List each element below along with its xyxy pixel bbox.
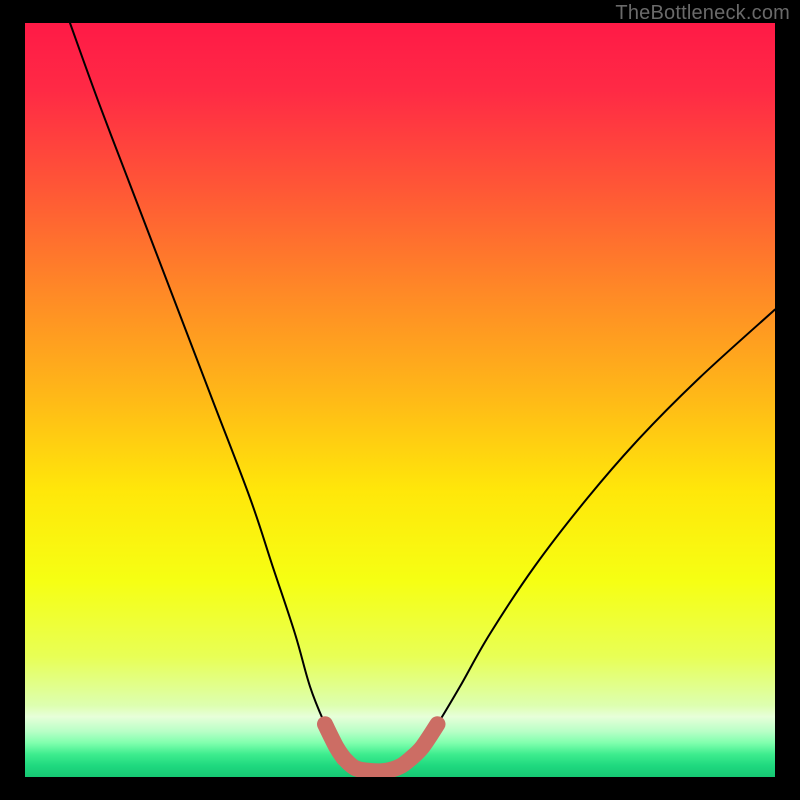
chart-frame: TheBottleneck.com — [0, 0, 800, 800]
chart-plot-area — [25, 23, 775, 777]
watermark-text: TheBottleneck.com — [615, 2, 790, 25]
gradient-background — [25, 23, 775, 777]
chart-svg — [25, 23, 775, 777]
